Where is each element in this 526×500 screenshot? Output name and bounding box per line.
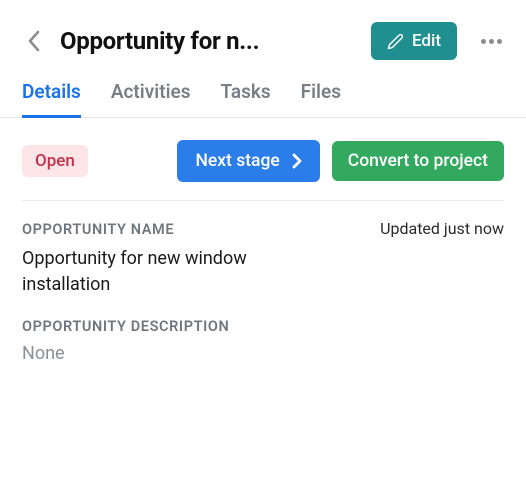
- chevron-right-icon: [286, 150, 308, 172]
- status-badge: Open: [22, 145, 88, 177]
- tab-tasks[interactable]: Tasks: [221, 80, 271, 118]
- convert-to-project-button[interactable]: Convert to project: [332, 141, 504, 181]
- more-icon: [497, 39, 502, 44]
- edit-button[interactable]: Edit: [371, 22, 457, 60]
- tab-bar: Details Activities Tasks Files: [0, 74, 526, 118]
- more-menu-button[interactable]: [477, 35, 506, 48]
- tab-details[interactable]: Details: [22, 80, 81, 118]
- tab-activities[interactable]: Activities: [111, 80, 191, 118]
- next-stage-label: Next stage: [195, 151, 279, 171]
- opportunity-name-label: OPPORTUNITY NAME: [22, 221, 174, 238]
- page-title: Opportunity for n...: [60, 27, 357, 55]
- opportunity-description-value: None: [22, 341, 322, 367]
- back-button[interactable]: [22, 30, 46, 52]
- opportunity-name-value: Opportunity for new window installation: [22, 246, 322, 298]
- tab-files[interactable]: Files: [301, 80, 341, 118]
- more-icon: [489, 39, 494, 44]
- more-icon: [481, 39, 486, 44]
- updated-text: Updated just now: [380, 219, 504, 238]
- pencil-icon: [387, 33, 404, 50]
- edit-label: Edit: [412, 31, 441, 51]
- opportunity-description-label: OPPORTUNITY DESCRIPTION: [22, 318, 504, 335]
- next-stage-button[interactable]: Next stage: [177, 140, 319, 182]
